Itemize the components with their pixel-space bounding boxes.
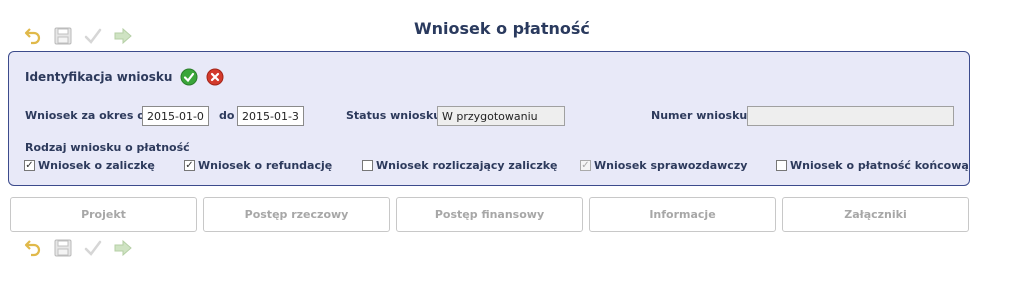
panel-heading: Identyfikacja wniosku bbox=[25, 70, 173, 84]
page-title: Wniosek o płatność bbox=[414, 19, 590, 38]
identification-panel: Identyfikacja wniosku Wniosek za okres o… bbox=[8, 51, 970, 186]
checkbox-settlement[interactable]: Wniosek rozliczający zaliczkę bbox=[362, 159, 558, 172]
number-label: Numer wniosku bbox=[651, 109, 748, 122]
arrow-right-icon[interactable] bbox=[112, 25, 134, 47]
checkbox-refund-label: Wniosek o refundację bbox=[198, 159, 333, 172]
tab-postep-rzeczowy[interactable]: Postęp rzeczowy bbox=[203, 197, 390, 232]
checkbox-report-box: ✓ bbox=[580, 159, 591, 171]
checkbox-report-label: Wniosek sprawozdawczy bbox=[594, 159, 748, 172]
check-icon[interactable] bbox=[82, 25, 104, 47]
save-icon[interactable] bbox=[52, 237, 74, 259]
top-toolbar bbox=[22, 24, 134, 48]
undo-icon[interactable] bbox=[22, 25, 44, 47]
reject-icon[interactable] bbox=[206, 68, 224, 86]
arrow-right-icon[interactable] bbox=[112, 237, 134, 259]
checkbox-settlement-box[interactable] bbox=[362, 160, 373, 171]
tab-projekt[interactable]: Projekt bbox=[10, 197, 197, 232]
tab-zalaczniki[interactable]: Załączniki bbox=[782, 197, 969, 232]
status-field bbox=[437, 106, 565, 126]
checkbox-final-payment-box[interactable] bbox=[776, 160, 787, 171]
to-label: do bbox=[219, 109, 235, 122]
number-field bbox=[747, 106, 954, 126]
undo-icon[interactable] bbox=[22, 237, 44, 259]
checkbox-advance-label: Wniosek o zaliczkę bbox=[38, 159, 155, 172]
checkbox-final-payment[interactable]: Wniosek o płatność końcową bbox=[776, 159, 969, 172]
status-label: Status wniosku bbox=[346, 109, 442, 122]
period-label: Wniosek za okres od bbox=[25, 109, 153, 122]
checkbox-refund[interactable]: ✓ Wniosek o refundację bbox=[184, 159, 332, 172]
tab-informacje[interactable]: Informacje bbox=[589, 197, 776, 232]
bottom-toolbar bbox=[22, 236, 134, 260]
tab-postep-finansowy[interactable]: Postęp finansowy bbox=[396, 197, 583, 232]
checkbox-settlement-label: Wniosek rozliczający zaliczkę bbox=[376, 159, 558, 172]
checkbox-refund-box[interactable]: ✓ bbox=[184, 160, 195, 171]
checkbox-advance-box[interactable]: ✓ bbox=[24, 160, 35, 171]
panel-header: Identyfikacja wniosku bbox=[25, 68, 224, 86]
checkbox-report: ✓ Wniosek sprawozdawczy bbox=[580, 159, 747, 172]
checkbox-advance[interactable]: ✓ Wniosek o zaliczkę bbox=[24, 159, 155, 172]
type-label: Rodzaj wniosku o płatność bbox=[25, 141, 190, 154]
accept-icon[interactable] bbox=[180, 68, 198, 86]
checkbox-final-payment-label: Wniosek o płatność końcową bbox=[790, 159, 969, 172]
date-to-input[interactable] bbox=[237, 106, 304, 126]
check-icon[interactable] bbox=[82, 237, 104, 259]
save-icon[interactable] bbox=[52, 25, 74, 47]
date-from-input[interactable] bbox=[142, 106, 209, 126]
